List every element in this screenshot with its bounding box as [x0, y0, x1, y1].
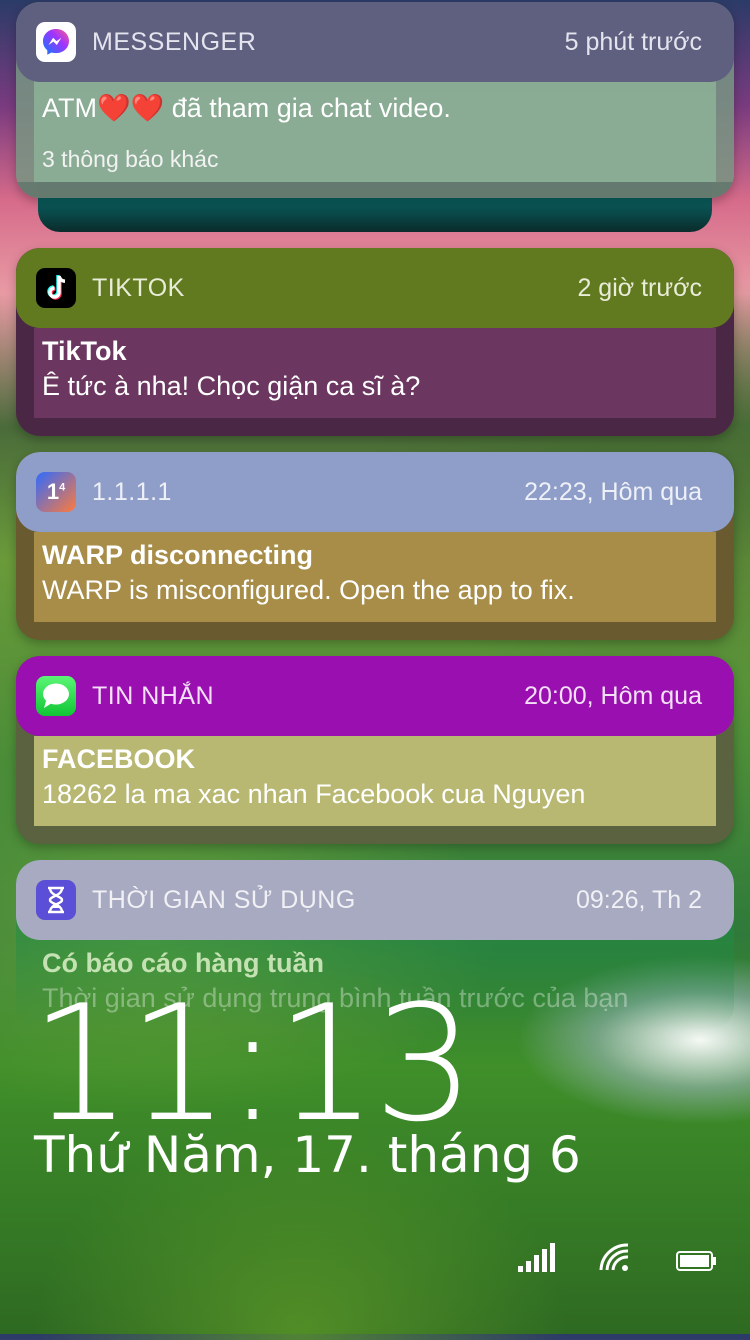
notification-message: Ê tức à nha! Chọc giận ca sĩ à?	[42, 371, 421, 401]
notification-1111[interactable]: 14 1.1.1.1 22:23, Hôm qua WARP disconnec…	[16, 452, 734, 640]
lockscreen-date: Thứ Năm, 17. tháng 6	[34, 1126, 581, 1184]
app-name: MESSENGER	[92, 27, 257, 56]
notification-messages[interactable]: TIN NHẮN 20:00, Hôm qua FACEBOOK 18262 l…	[16, 656, 734, 844]
more-notifications-label[interactable]: 3 thông báo khác	[42, 146, 708, 173]
notification-message: 18262 la ma xac nhan Facebook cua Nguyen	[42, 779, 586, 809]
notification-title: FACEBOOK	[42, 744, 196, 774]
notification-time: 09:26, Th 2	[575, 885, 702, 914]
app-name: 1.1.1.1	[92, 477, 172, 506]
notification-time: 2 giờ trước	[577, 273, 702, 302]
app-name: TIN NHẮN	[92, 681, 215, 710]
cloudflare-1111-icon: 14	[36, 472, 76, 512]
notification-title: WARP disconnecting	[42, 540, 314, 570]
notification-message: WARP is misconfigured. Open the app to f…	[42, 575, 575, 605]
notification-time: 5 phút trước	[564, 27, 702, 56]
notification-message: ATM❤️❤️ đã tham gia chat video.	[42, 93, 451, 123]
notification-tiktok[interactable]: TIKTOK 2 giờ trước TikTok Ê tức à nha! C…	[16, 248, 734, 436]
messages-icon	[36, 676, 76, 716]
notification-messenger[interactable]: MESSENGER 5 phút trước ATM❤️❤️ đã tham g…	[16, 2, 734, 198]
notification-time: 20:00, Hôm qua	[524, 681, 702, 710]
wifi-icon	[598, 1236, 632, 1272]
battery-icon	[676, 1236, 718, 1272]
signal-bars-icon	[518, 1236, 560, 1272]
notification-time: 22:23, Hôm qua	[524, 477, 702, 506]
notification-title: TikTok	[42, 336, 127, 366]
app-name: TIKTOK	[92, 273, 185, 302]
hourglass-icon	[36, 880, 76, 920]
messenger-icon	[36, 22, 76, 62]
tiktok-icon	[36, 268, 76, 308]
app-name: THỜI GIAN SỬ DỤNG	[92, 885, 356, 914]
